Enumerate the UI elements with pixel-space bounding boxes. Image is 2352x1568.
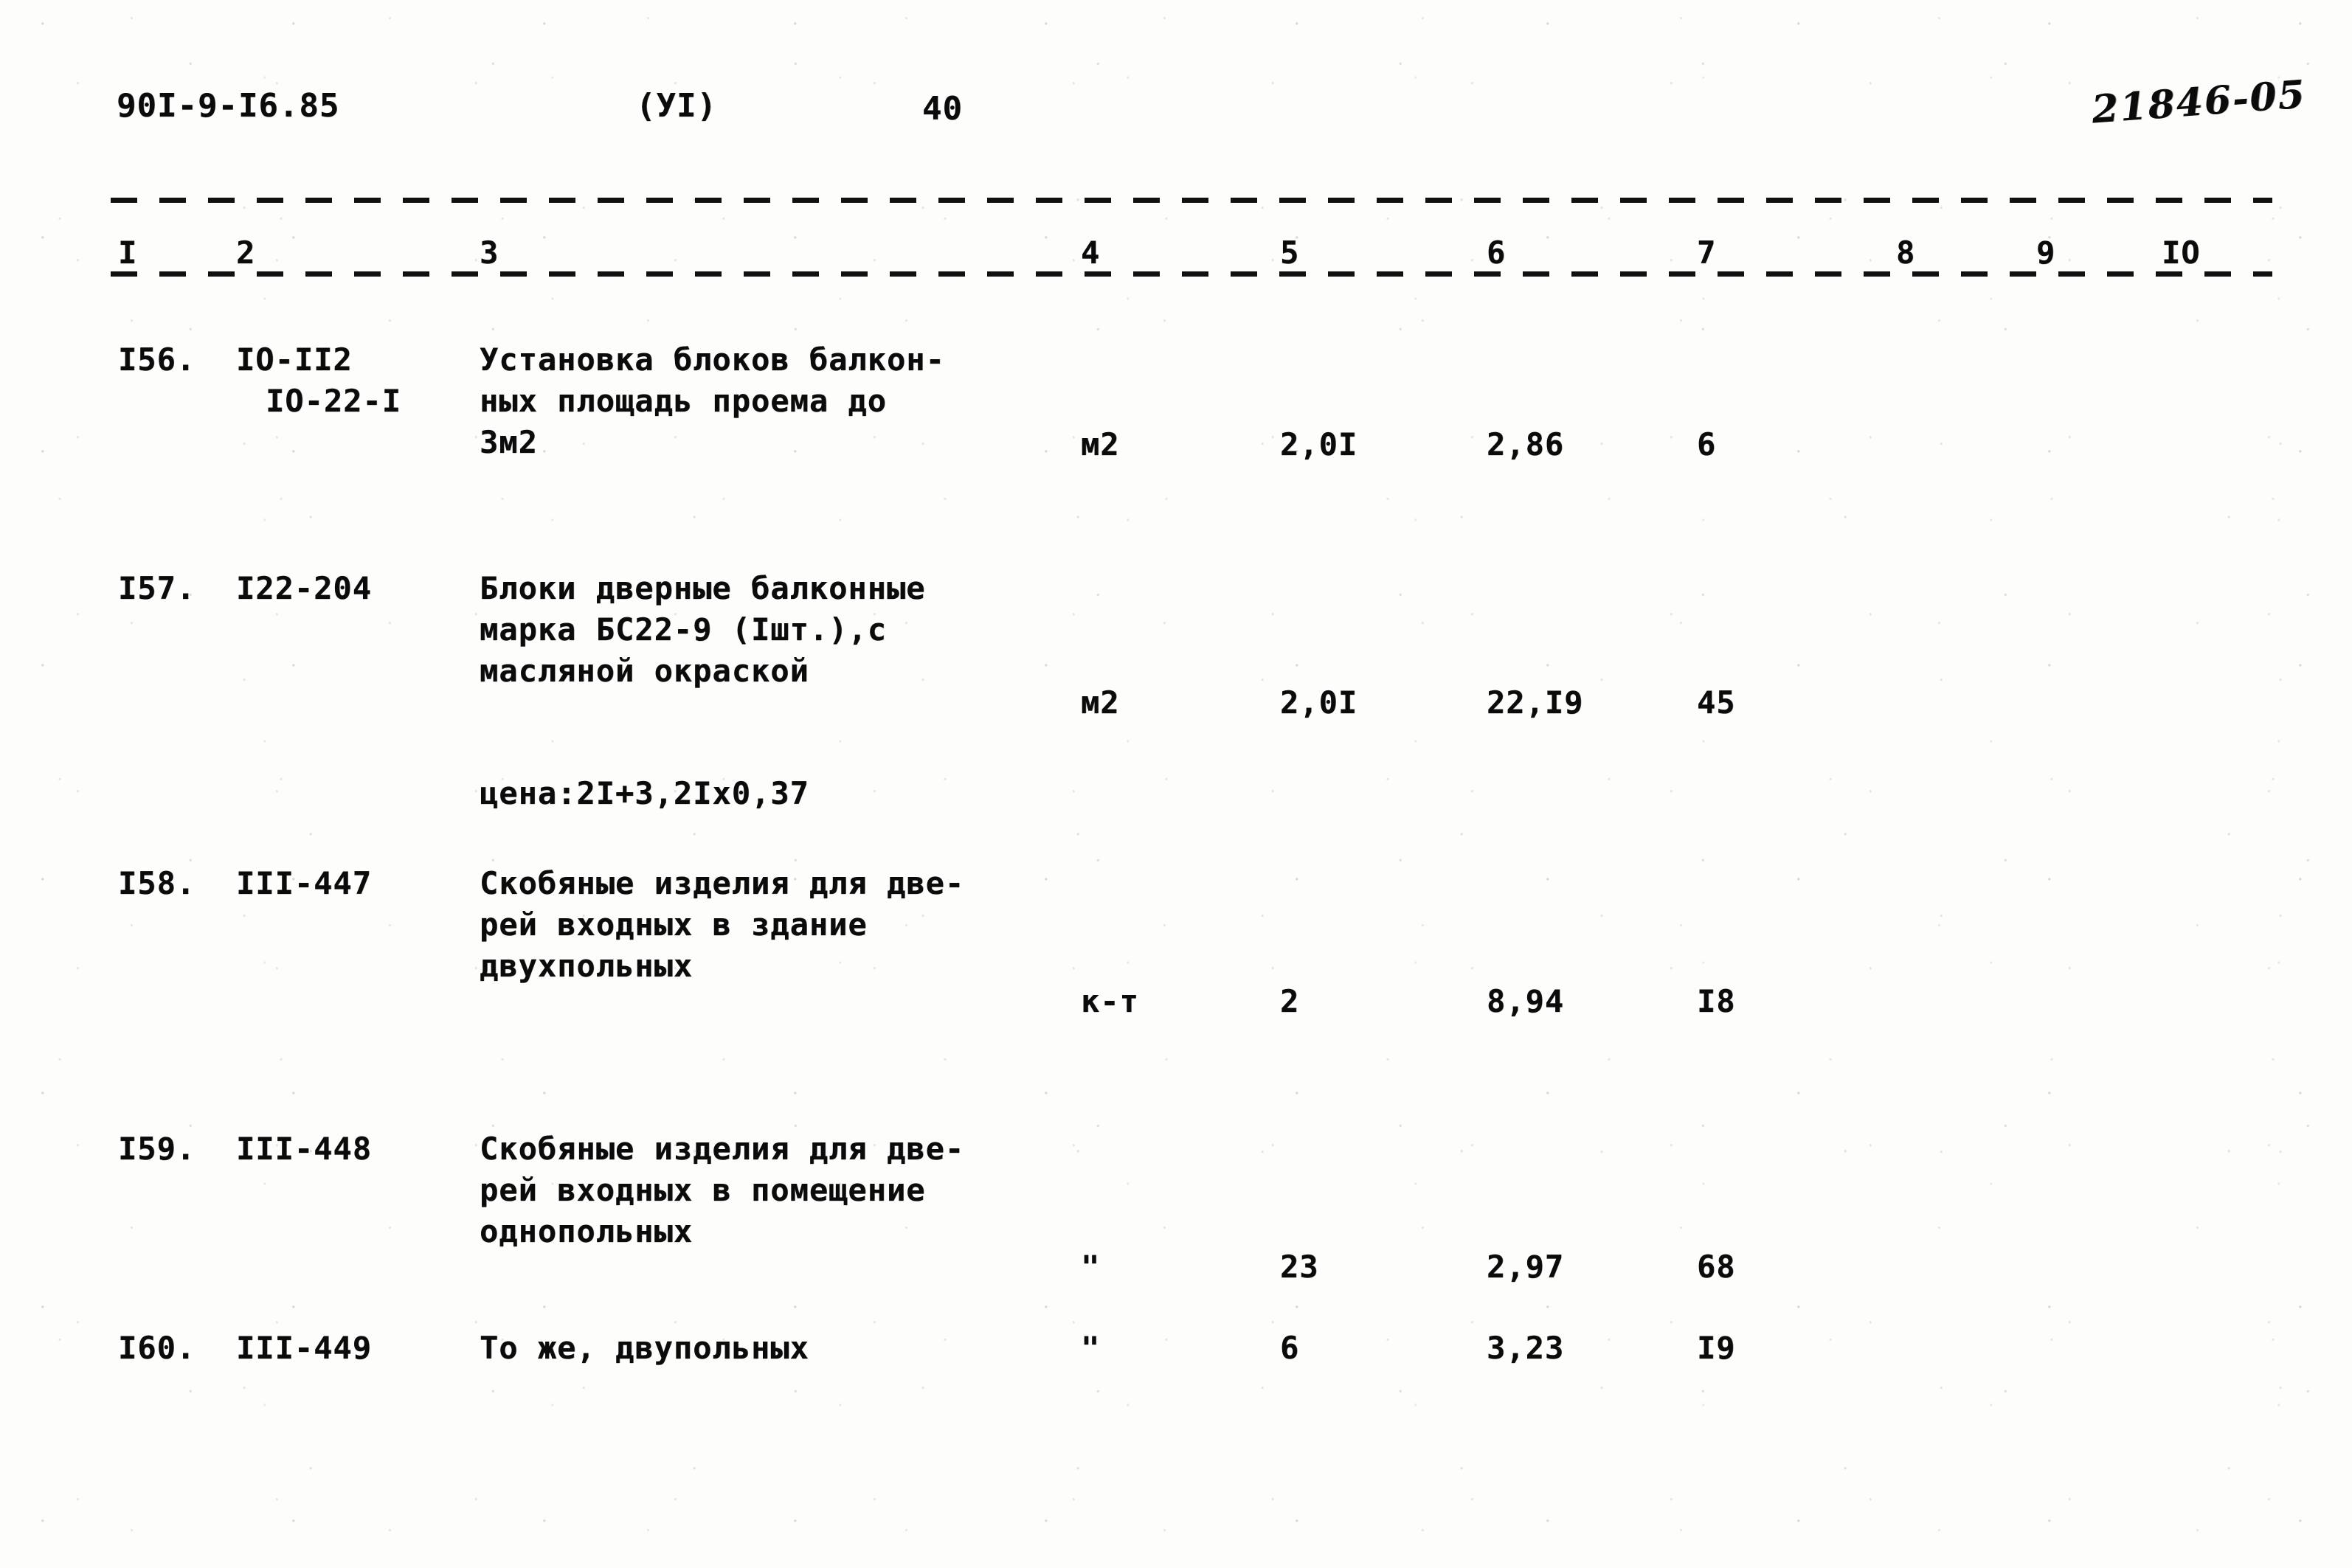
column-number-3: 3: [480, 235, 499, 271]
row-sum: 68: [1697, 1249, 1736, 1285]
row-unit-price: 8,94: [1487, 983, 1565, 1019]
column-number-9: 9: [2036, 235, 2056, 271]
row-sum: 6: [1697, 426, 1717, 462]
row-item-number: I58.: [118, 865, 196, 901]
row-description-line: ных площадь проема до: [480, 383, 888, 419]
row-description-line: То же, двупольных: [480, 1330, 809, 1366]
document-part-number: (УI): [636, 87, 717, 125]
row-price-note: цена:2I+3,2Iх0,37: [480, 775, 809, 811]
row-sum: I9: [1697, 1330, 1736, 1366]
row-unit: м2: [1081, 426, 1120, 462]
row-item-number: I57.: [118, 570, 196, 606]
row-quantity: 6: [1280, 1330, 1300, 1366]
row-item-number: I59.: [118, 1131, 196, 1167]
row-unit: к-т: [1081, 983, 1139, 1019]
column-number-1: I: [118, 235, 138, 271]
row-catalogue-code: III-449: [236, 1330, 373, 1366]
table-top-dashed-rule: [111, 198, 2272, 203]
page-number: 40: [922, 90, 963, 128]
row-item-number: I56.: [118, 341, 196, 378]
column-number-2: 2: [236, 235, 256, 271]
row-description-line: рей входных в помещение: [480, 1172, 926, 1208]
row-description-line: марка БС22-9 (Iшт.),с: [480, 611, 888, 648]
column-number-7: 7: [1697, 235, 1717, 271]
row-catalogue-code: I22-204: [236, 570, 373, 606]
row-unit-price: 3,23: [1487, 1330, 1565, 1366]
row-description-line: рей входных в здание: [480, 906, 868, 943]
row-description-line: 3м2: [480, 424, 538, 460]
row-catalogue-code-secondary: IО-22-I: [266, 383, 402, 419]
row-sum: 45: [1697, 684, 1736, 721]
column-number-8: 8: [1896, 235, 1916, 271]
row-description-line: двухпольных: [480, 948, 694, 984]
row-quantity: 2: [1280, 983, 1300, 1019]
row-sum: I8: [1697, 983, 1736, 1019]
column-number-6: 6: [1487, 235, 1507, 271]
row-unit: м2: [1081, 684, 1120, 721]
column-number-4: 4: [1081, 235, 1101, 271]
row-quantity: 23: [1280, 1249, 1319, 1285]
row-description-line: Скобяные изделия для две-: [480, 1131, 965, 1167]
row-description-line: масляной окраской: [480, 653, 809, 689]
row-description-line: Блоки дверные балконные: [480, 570, 926, 606]
row-unit-price: 2,86: [1487, 426, 1565, 462]
row-unit-price: 22,I9: [1487, 684, 1584, 721]
row-unit: ": [1081, 1330, 1101, 1366]
document-header: 90I-9-I6.85 (УI) 40 21846-05: [0, 72, 2352, 153]
row-description-line: Скобяные изделия для две-: [480, 865, 965, 901]
table-header-dashed-rule: [111, 271, 2272, 277]
row-description-line: Установка блоков балкон-: [480, 341, 945, 378]
row-unit: ": [1081, 1249, 1101, 1285]
row-catalogue-code: IО-II2: [236, 341, 353, 378]
column-number-5: 5: [1280, 235, 1300, 271]
row-quantity: 2,0I: [1280, 684, 1358, 721]
row-item-number: I60.: [118, 1330, 196, 1366]
row-quantity: 2,0I: [1280, 426, 1358, 462]
handwritten-archive-stamp: 21846-05: [2090, 72, 2308, 133]
scanned-page: 90I-9-I6.85 (УI) 40 21846-05 I 2 3 4 5 6 7 8 9 IО…: [0, 0, 2352, 1568]
row-description-line: однопольных: [480, 1213, 694, 1249]
row-catalogue-code: III-448: [236, 1131, 373, 1167]
column-number-10: IО: [2162, 235, 2201, 271]
document-code: 90I-9-I6.85: [117, 87, 340, 125]
row-catalogue-code: III-447: [236, 865, 373, 901]
row-unit-price: 2,97: [1487, 1249, 1565, 1285]
